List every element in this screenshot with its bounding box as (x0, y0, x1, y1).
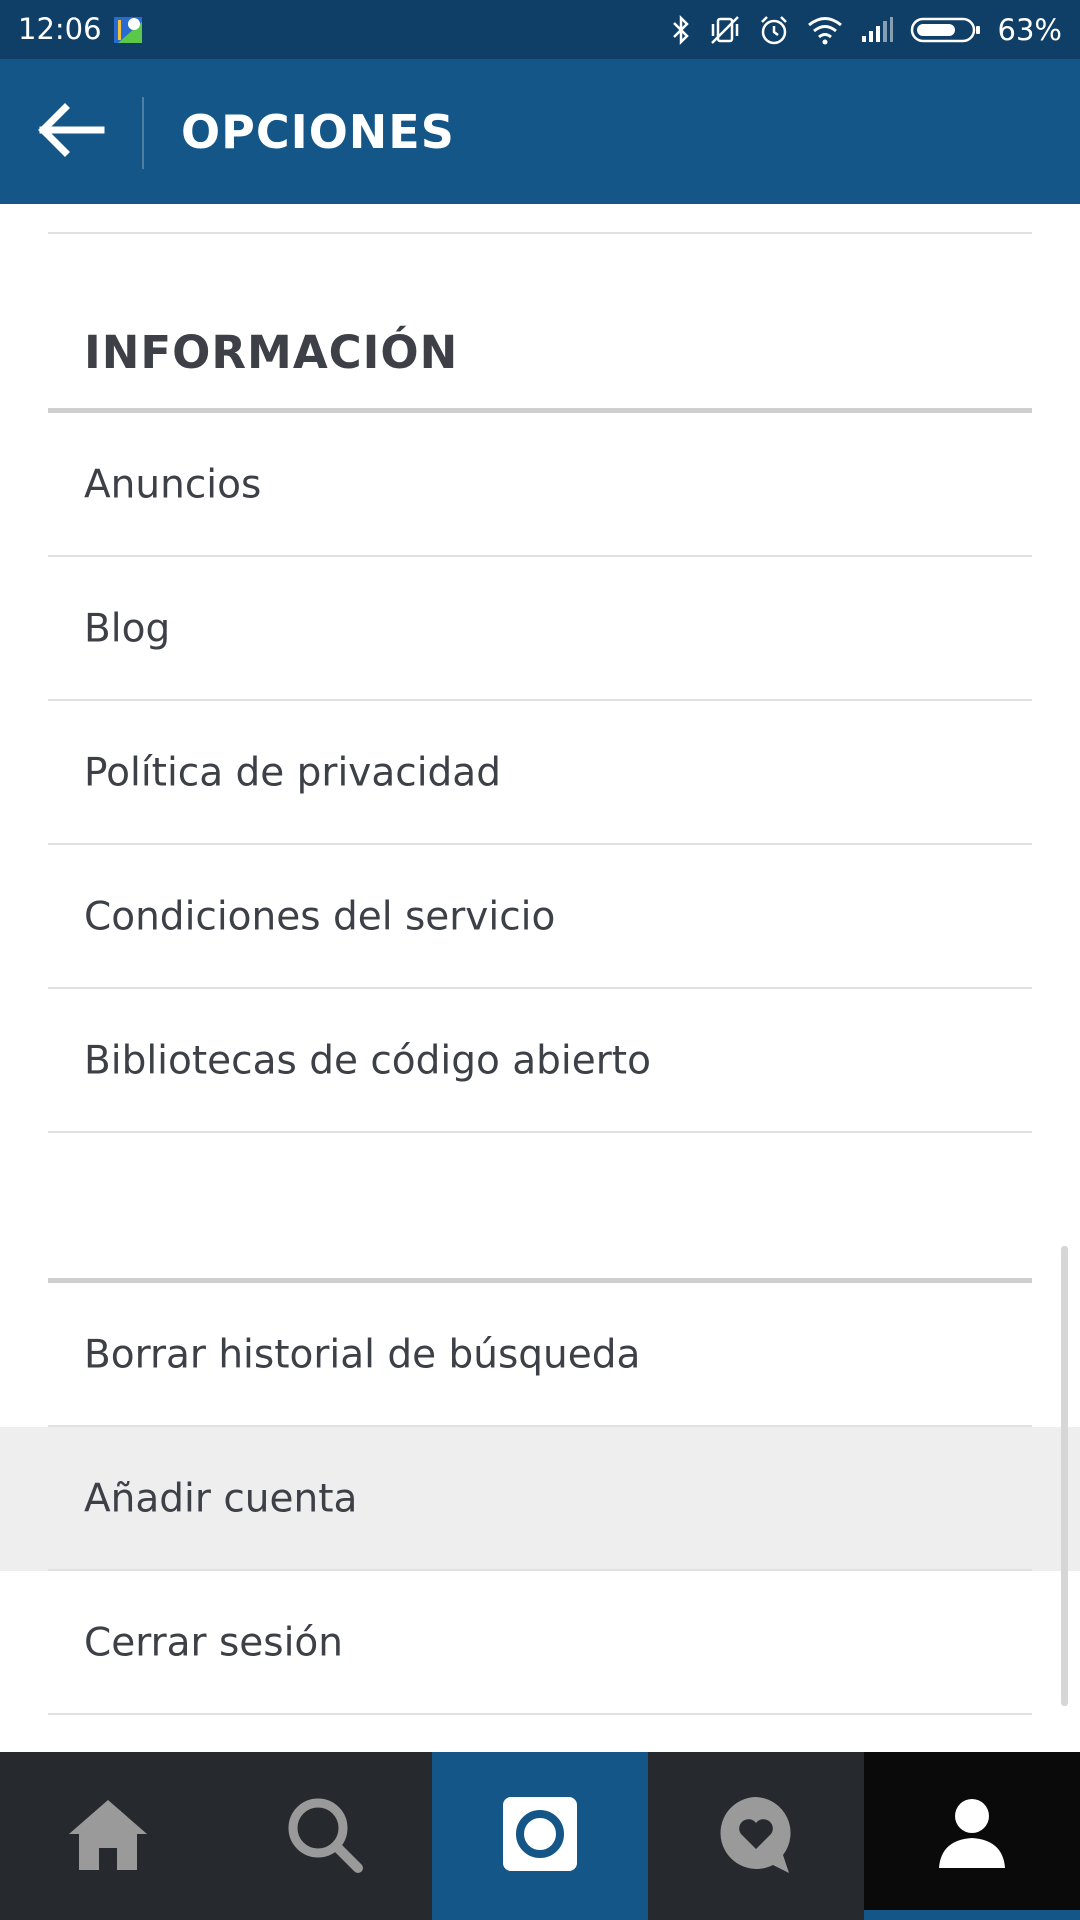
app-bar: OPCIONES (0, 59, 1080, 204)
app-notification-icon (112, 14, 146, 46)
status-bar: 12:06 63% (0, 0, 1080, 59)
list-item-label: Anuncios (84, 462, 262, 508)
section-title: INFORMACIÓN (84, 326, 459, 379)
page-title: OPCIONES (181, 105, 455, 159)
scrollbar[interactable] (1061, 1246, 1068, 1706)
list-item-label: Cerrar sesión (84, 1620, 343, 1666)
home-icon (65, 1796, 151, 1876)
bluetooth-icon (670, 14, 692, 46)
battery-percent: 63% (997, 12, 1062, 47)
back-button[interactable] (30, 97, 110, 167)
profile-icon (937, 1796, 1007, 1876)
activity-icon (715, 1793, 797, 1879)
bottom-nav (0, 1752, 1080, 1920)
list-item-anuncios[interactable]: Anuncios (0, 413, 1080, 557)
divider (48, 1131, 1032, 1133)
list-item-open-source-libraries[interactable]: Bibliotecas de código abierto (0, 989, 1080, 1133)
tab-profile[interactable] (864, 1752, 1080, 1920)
battery-icon (910, 16, 982, 44)
camera-icon (501, 1795, 579, 1877)
arrow-left-icon (35, 102, 105, 162)
list-item-clear-search-history[interactable]: Borrar historial de búsqueda (0, 1283, 1080, 1427)
list-item-privacy-policy[interactable]: Política de privacidad (0, 701, 1080, 845)
options-list[interactable]: INFORMACIÓN Anuncios Blog Política de pr… (0, 204, 1080, 1752)
status-time: 12:06 (18, 12, 102, 46)
tab-home[interactable] (0, 1752, 216, 1920)
app-bar-divider (142, 97, 144, 169)
divider (48, 232, 1032, 234)
tab-activity[interactable] (648, 1752, 864, 1920)
list-item-label: Blog (84, 606, 171, 652)
signal-icon (860, 16, 894, 44)
list-item-add-account[interactable]: Añadir cuenta (0, 1427, 1080, 1571)
list-item-label: Borrar historial de búsqueda (84, 1332, 641, 1378)
tab-camera[interactable] (432, 1752, 648, 1920)
list-item-label: Condiciones del servicio (84, 894, 556, 940)
list-item-blog[interactable]: Blog (0, 557, 1080, 701)
list-item-label: Añadir cuenta (84, 1476, 358, 1522)
tab-search[interactable] (216, 1752, 432, 1920)
divider (48, 1713, 1032, 1715)
wifi-icon (806, 15, 844, 45)
list-item-logout[interactable]: Cerrar sesión (0, 1571, 1080, 1715)
alarm-icon (758, 14, 790, 46)
search-icon (284, 1794, 364, 1878)
list-item-label: Bibliotecas de código abierto (84, 1038, 651, 1084)
vibrate-off-icon (708, 14, 742, 46)
list-item-label: Política de privacidad (84, 750, 501, 796)
list-item-terms[interactable]: Condiciones del servicio (0, 845, 1080, 989)
